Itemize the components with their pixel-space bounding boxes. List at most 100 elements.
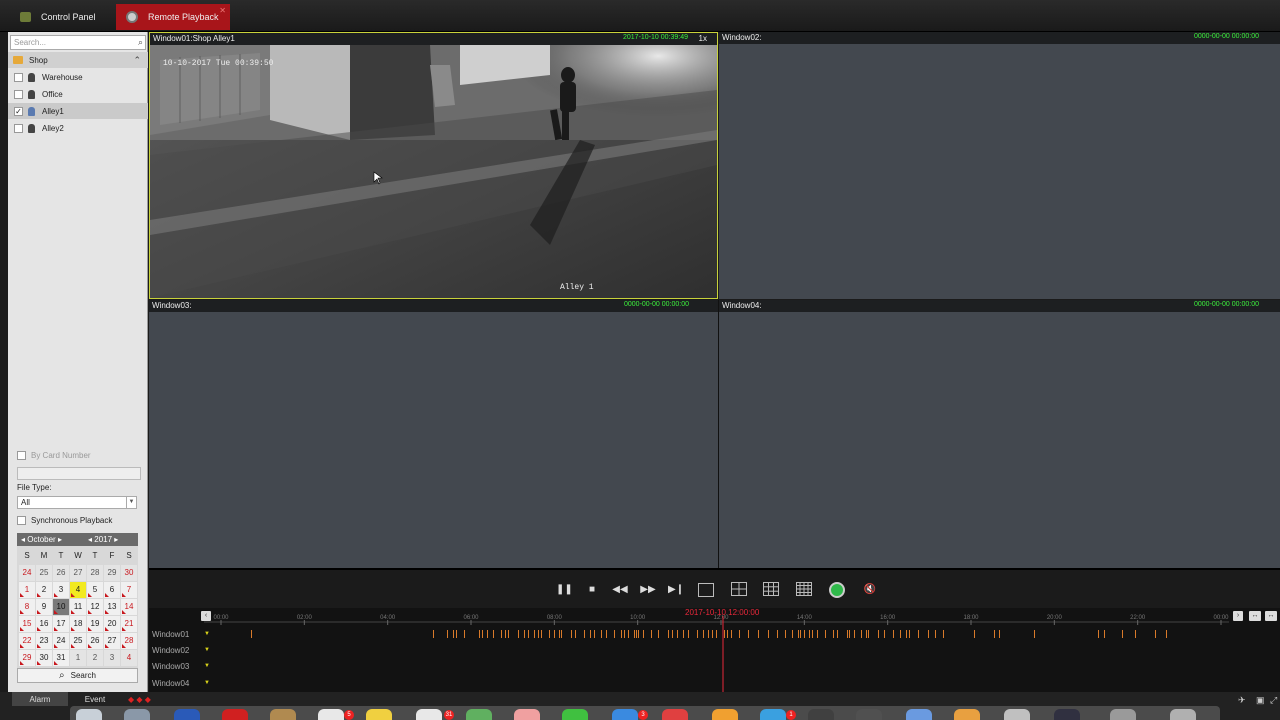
recording-segment[interactable]: [724, 630, 725, 638]
tab-alarm[interactable]: Alarm: [12, 692, 68, 706]
recording-segment[interactable]: [624, 630, 625, 638]
video-window-1[interactable]: Window01:Shop Alley1 2017-10-10 00:39:49…: [149, 32, 718, 299]
recording-segment[interactable]: [878, 630, 879, 638]
month-selector[interactable]: ◂ October ▸: [21, 535, 62, 544]
camera-checkbox[interactable]: [14, 123, 23, 133]
app-icon[interactable]: [270, 709, 296, 720]
recording-segment[interactable]: [1166, 630, 1167, 638]
recording-segment[interactable]: [697, 630, 698, 638]
calendar-day[interactable]: 19: [87, 616, 103, 632]
recording-segment[interactable]: [643, 630, 644, 638]
calendar-day[interactable]: 10: [53, 599, 69, 615]
calendar-day[interactable]: 18: [70, 616, 86, 632]
calendar-day[interactable]: 2: [36, 582, 52, 598]
tab-control-panel[interactable]: Control Panel: [8, 4, 116, 30]
recording-segment[interactable]: [731, 630, 732, 638]
search-icon[interactable]: ⌕: [138, 37, 143, 48]
camera-item-alley2[interactable]: Alley2: [8, 120, 148, 136]
mute-icon[interactable]: 🔇: [862, 582, 878, 598]
recording-segment[interactable]: [809, 630, 810, 638]
recording-segment[interactable]: [909, 630, 910, 638]
recording-segment[interactable]: [464, 630, 465, 638]
recording-segment[interactable]: [638, 630, 639, 638]
recording-segment[interactable]: [935, 630, 936, 638]
tab-event[interactable]: Event: [70, 692, 120, 706]
fullscreen-icon[interactable]: ⤢: [1270, 695, 1277, 706]
recording-segment[interactable]: [777, 630, 778, 638]
year-selector[interactable]: ◂ 2017 ▸: [88, 535, 118, 544]
calendar-day[interactable]: 5: [87, 582, 103, 598]
app-icon[interactable]: [1110, 709, 1136, 720]
recording-segment[interactable]: [482, 630, 483, 638]
recording-segment[interactable]: [833, 630, 834, 638]
calendar-day[interactable]: 1: [70, 650, 86, 666]
video-window-4[interactable]: Window04: 0000-00-00 00:00:00: [719, 300, 1280, 568]
calendar-day[interactable]: 16: [36, 616, 52, 632]
recording-segment[interactable]: [1122, 630, 1123, 638]
recording-segment[interactable]: [1135, 630, 1136, 638]
step-forward-icon[interactable]: ▶❙: [668, 582, 684, 598]
app-icon[interactable]: [174, 709, 200, 720]
video-frame[interactable]: 10-10-2017 Tue 00:39:50 Alley 1: [150, 45, 717, 298]
search-button[interactable]: ⌕ Search: [17, 668, 138, 683]
app-icon[interactable]: [612, 709, 638, 720]
calendar-day[interactable]: 22: [19, 633, 35, 649]
recording-segment[interactable]: [628, 630, 629, 638]
alarm-icon[interactable]: ◆ ◆ ◆: [128, 695, 151, 704]
recording-segment[interactable]: [1098, 630, 1099, 638]
calendar-day[interactable]: 28: [87, 565, 103, 581]
app-icon[interactable]: [662, 709, 688, 720]
recording-segment[interactable]: [524, 630, 525, 638]
calendar-day[interactable]: 2: [87, 650, 103, 666]
recording-segment[interactable]: [712, 630, 713, 638]
tab-remote-playback[interactable]: Remote Playback ✕: [116, 4, 230, 30]
recording-segment[interactable]: [884, 630, 885, 638]
calendar-day[interactable]: 6: [104, 582, 120, 598]
recording-segment[interactable]: [943, 630, 944, 638]
calendar-day[interactable]: 4: [70, 582, 86, 598]
calendar-day[interactable]: 15: [19, 616, 35, 632]
calendar-day[interactable]: 30: [36, 650, 52, 666]
search-input[interactable]: Search... ⌕: [10, 35, 146, 50]
sync-playback-option[interactable]: Synchronous Playback: [17, 516, 112, 525]
fast-forward-icon[interactable]: ▶▶: [640, 582, 656, 598]
recording-segment[interactable]: [575, 630, 576, 638]
recording-segment[interactable]: [433, 630, 434, 638]
timeline-row-arrow-icon[interactable]: ▼: [204, 647, 210, 653]
app-icon[interactable]: [906, 709, 932, 720]
recording-segment[interactable]: [974, 630, 975, 638]
app-icon[interactable]: [1004, 709, 1030, 720]
recording-segment[interactable]: [928, 630, 929, 638]
recording-segment[interactable]: [866, 630, 867, 638]
recording-segment[interactable]: [554, 630, 555, 638]
photos-icon[interactable]: [514, 709, 540, 720]
pin-icon[interactable]: ✈: [1238, 695, 1246, 706]
recording-segment[interactable]: [854, 630, 855, 638]
recording-segment[interactable]: [528, 630, 529, 638]
recording-segment[interactable]: [636, 630, 637, 638]
camera-item-office[interactable]: Office: [8, 86, 148, 102]
calendar-day[interactable]: 13: [104, 599, 120, 615]
recording-segment[interactable]: [849, 630, 850, 638]
recording-segment[interactable]: [716, 630, 717, 638]
calendar-app-icon[interactable]: [318, 709, 344, 720]
calendar-day[interactable]: 24: [19, 565, 35, 581]
video-window-3[interactable]: Window03: 0000-00-00 00:00:00: [149, 300, 718, 568]
calendar-day[interactable]: 20: [104, 616, 120, 632]
recording-segment[interactable]: [800, 630, 801, 638]
app-icon[interactable]: [466, 709, 492, 720]
calendar-day[interactable]: 25: [70, 633, 86, 649]
calendar-day[interactable]: 25: [36, 565, 52, 581]
layout-3x3-icon[interactable]: [763, 582, 779, 598]
recording-segment[interactable]: [785, 630, 786, 638]
calendar-day[interactable]: 29: [104, 565, 120, 581]
calendar-day[interactable]: 27: [104, 633, 120, 649]
calendar-day[interactable]: 3: [53, 582, 69, 598]
recording-segment[interactable]: [453, 630, 454, 638]
recording-segment[interactable]: [1104, 630, 1105, 638]
close-icon[interactable]: ✕: [219, 6, 226, 15]
timeline-right-arrow-icon[interactable]: ›: [1233, 611, 1243, 621]
calendar-day[interactable]: 4: [121, 650, 137, 666]
camera-checkbox[interactable]: [14, 89, 23, 99]
calendar-day[interactable]: 21: [121, 616, 137, 632]
